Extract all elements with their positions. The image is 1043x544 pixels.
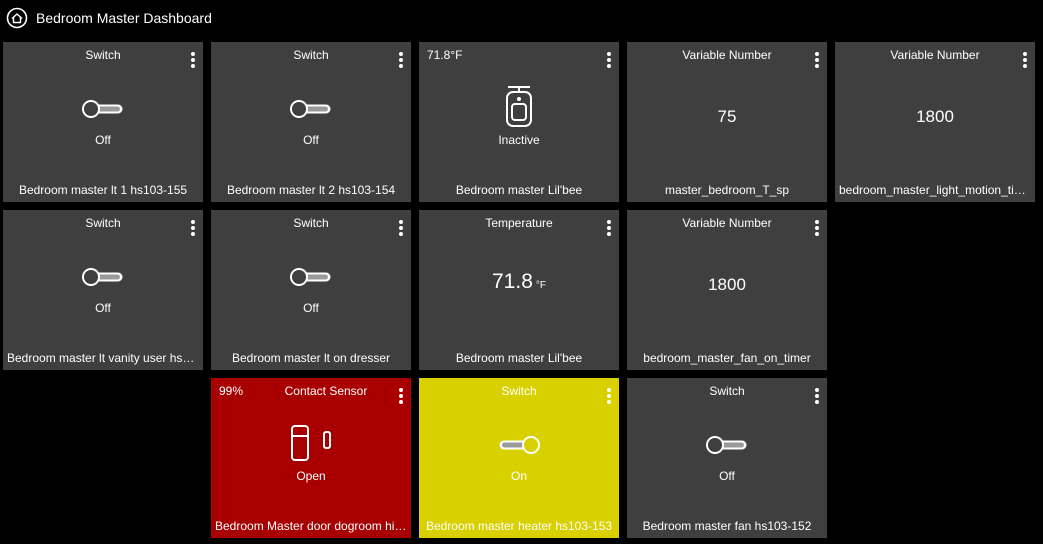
tile-switch-heater[interactable]: Switch On Bedroom master heater hs103-15… — [419, 378, 619, 538]
tile-temperature-reading: 71.8°F — [427, 48, 463, 62]
tile-type-label: Switch — [85, 48, 121, 62]
tile-variable-light-motion-timer[interactable]: Variable Number 1800 bedroom_master_ligh… — [835, 42, 1035, 202]
tile-type-label: Switch — [293, 216, 329, 230]
tile-state: Off — [303, 301, 319, 315]
tile-name: Bedroom Master door dogroom hinge sensor — [215, 519, 407, 533]
tile-name: bedroom_master_light_motion_timer — [839, 183, 1031, 197]
tile-contact-door[interactable]: 99% Contact Sensor Open Bedroom Master d… — [211, 378, 411, 538]
tile-type-label: Switch — [293, 48, 329, 62]
tile-type-label: Switch — [85, 216, 121, 230]
tile-state: Open — [296, 469, 326, 483]
tile-state: Off — [95, 133, 111, 147]
tile-name: Bedroom master lt vanity user hs103-151 — [7, 351, 199, 365]
contact-open-icon — [291, 425, 331, 461]
tile-state: Off — [95, 301, 111, 315]
toggle-off-icon — [82, 268, 123, 286]
tile-variable-t-sp[interactable]: Variable Number 75 master_bedroom_T_sp — [627, 42, 827, 202]
tile-type-label: Switch — [501, 384, 537, 398]
tile-menu-icon[interactable] — [605, 388, 613, 406]
tile-type-label: Contact Sensor — [284, 384, 368, 398]
tile-switch-lt1[interactable]: Switch Off Bedroom master lt 1 hs103-155 — [3, 42, 203, 202]
tile-value: 1800 — [708, 275, 746, 294]
toggle-off-icon — [290, 100, 331, 118]
toggle-off-icon — [706, 436, 747, 454]
tile-menu-icon[interactable] — [397, 52, 405, 70]
tile-switch-dresser[interactable]: Switch Off Bedroom master lt on dresser — [211, 210, 411, 370]
tile-menu-icon[interactable] — [605, 52, 613, 70]
motion-sensor-icon — [506, 86, 532, 127]
toggle-on-icon — [499, 436, 540, 454]
tile-type-label: Variable Number — [682, 48, 772, 62]
tile-switch-fan[interactable]: Switch Off Bedroom master fan hs103-152 — [627, 378, 827, 538]
temperature-value: 71.8 — [492, 270, 533, 293]
tile-name: Bedroom master Lil'bee — [455, 183, 583, 197]
toggle-off-icon — [290, 268, 331, 286]
tile-state: Inactive — [498, 133, 540, 147]
tile-type-label: Variable Number — [682, 216, 772, 230]
temperature-unit: °F — [535, 280, 546, 291]
tile-name: Bedroom master lt on dresser — [231, 351, 391, 365]
tile-name: Bedroom master heater hs103-153 — [425, 519, 613, 533]
tile-name: Bedroom master lt 1 hs103-155 — [18, 183, 188, 197]
tile-motion-lilbee[interactable]: 71.8°F Inactive Bedroom master Lil'bee — [419, 42, 619, 202]
tile-temperature-lilbee[interactable]: Temperature 71.8 °F Bedroom master Lil'be… — [419, 210, 619, 370]
tile-name: Bedroom master lt 2 hs103-154 — [226, 183, 396, 197]
tile-type-label: Switch — [709, 384, 745, 398]
tile-value: 1800 — [916, 107, 954, 126]
tile-menu-icon[interactable] — [813, 52, 821, 70]
toggle-off-icon — [82, 100, 123, 118]
tile-switch-lt2[interactable]: Switch Off Bedroom master lt 2 hs103-154 — [211, 42, 411, 202]
tile-switch-vanity[interactable]: Switch Off Bedroom master lt vanity user… — [3, 210, 203, 370]
tile-state: Off — [719, 469, 735, 483]
tile-temperature: 71.8 °F — [419, 270, 619, 294]
tile-type-label: Temperature — [485, 216, 553, 230]
tile-menu-icon[interactable] — [1021, 52, 1029, 70]
tile-value: 75 — [717, 107, 737, 126]
tile-variable-fan-timer[interactable]: Variable Number 1800 bedroom_master_fan_… — [627, 210, 827, 370]
tile-name: Bedroom master fan hs103-152 — [642, 519, 812, 533]
dashboard-header: Bedroom Master Dashboard — [0, 0, 1043, 38]
tile-menu-icon[interactable] — [189, 220, 197, 238]
tile-menu-icon[interactable] — [397, 220, 405, 238]
tile-state: On — [510, 469, 527, 483]
tile-state: Off — [303, 133, 319, 147]
tile-menu-icon[interactable] — [605, 220, 613, 238]
tile-name: master_bedroom_T_sp — [664, 183, 790, 197]
home-circle-icon[interactable] — [6, 7, 28, 29]
tile-name: bedroom_master_fan_on_timer — [643, 351, 811, 365]
tile-type-label: Variable Number — [890, 48, 980, 62]
dashboard-title: Bedroom Master Dashboard — [36, 10, 212, 26]
tile-battery-level: 99% — [219, 384, 244, 398]
tile-menu-icon[interactable] — [189, 52, 197, 70]
tile-menu-icon[interactable] — [813, 388, 821, 406]
tile-name: Bedroom master Lil'bee — [455, 351, 583, 365]
tile-menu-icon[interactable] — [813, 220, 821, 238]
tile-menu-icon[interactable] — [397, 388, 405, 406]
